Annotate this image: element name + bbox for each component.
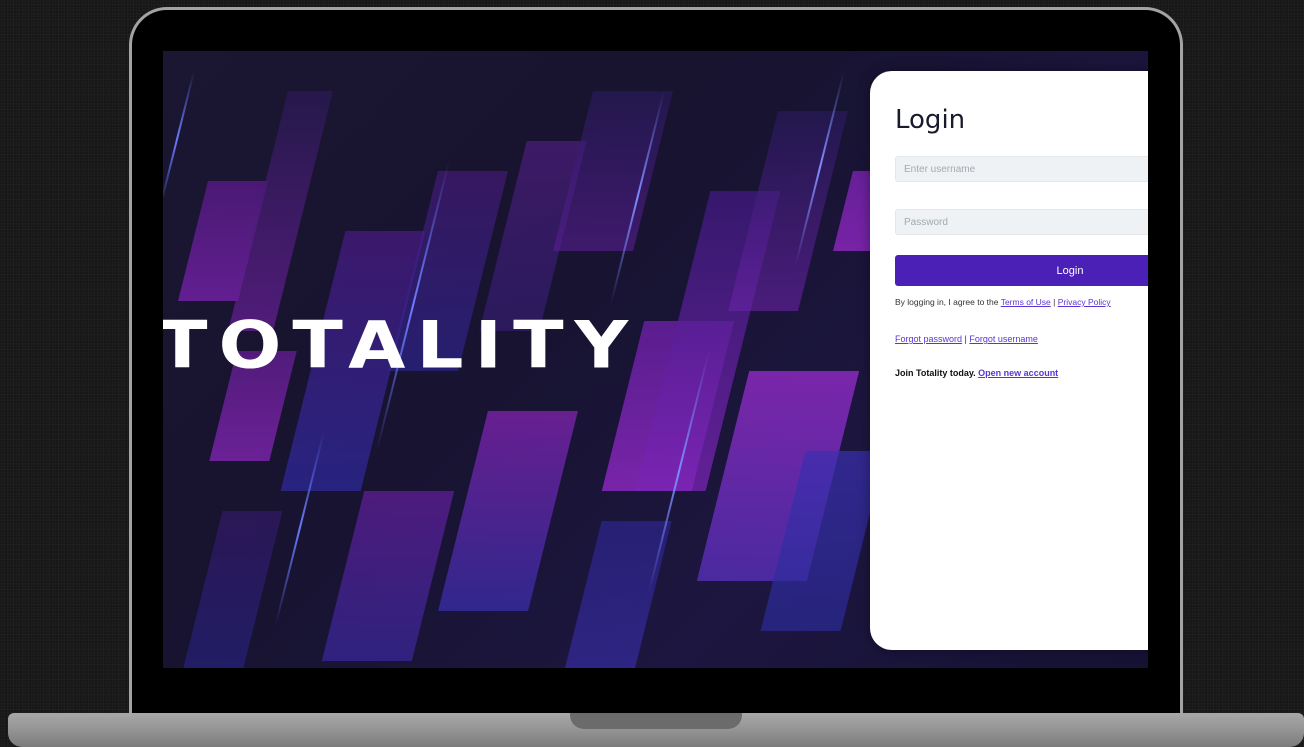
username-input[interactable] <box>895 156 1148 182</box>
brand-logo-text: TOTALITY <box>163 307 640 384</box>
background-streak <box>438 411 578 611</box>
password-input[interactable] <box>895 209 1148 235</box>
join-text: Join Totality today. <box>895 368 979 378</box>
terms-notice: By logging in, I agree to the Terms of U… <box>895 297 1111 307</box>
privacy-policy-link[interactable]: Privacy Policy <box>1058 297 1111 307</box>
login-title: Login <box>895 105 966 135</box>
link-separator: | <box>1050 297 1058 307</box>
background-streak <box>564 521 672 668</box>
light-streak-line <box>163 71 195 208</box>
forgot-password-link[interactable]: Forgot password <box>895 334 962 344</box>
login-card: Login Login By logging in, I agree to th… <box>870 71 1148 650</box>
background-streak <box>321 491 455 661</box>
login-button[interactable]: Login <box>895 255 1148 286</box>
join-prompt: Join Totality today. Open new account <box>895 368 1058 378</box>
terms-prefix: By logging in, I agree to the <box>895 297 1001 307</box>
open-account-link[interactable]: Open new account <box>978 368 1058 378</box>
terms-of-use-link[interactable]: Terms of Use <box>1001 297 1051 307</box>
laptop-notch <box>570 713 742 729</box>
background-streak <box>183 511 283 668</box>
screen: TOTALITY Login Login By logging in, I ag… <box>163 51 1148 668</box>
forgot-username-link[interactable]: Forgot username <box>969 334 1038 344</box>
forgot-links: Forgot password | Forgot username <box>895 334 1038 344</box>
